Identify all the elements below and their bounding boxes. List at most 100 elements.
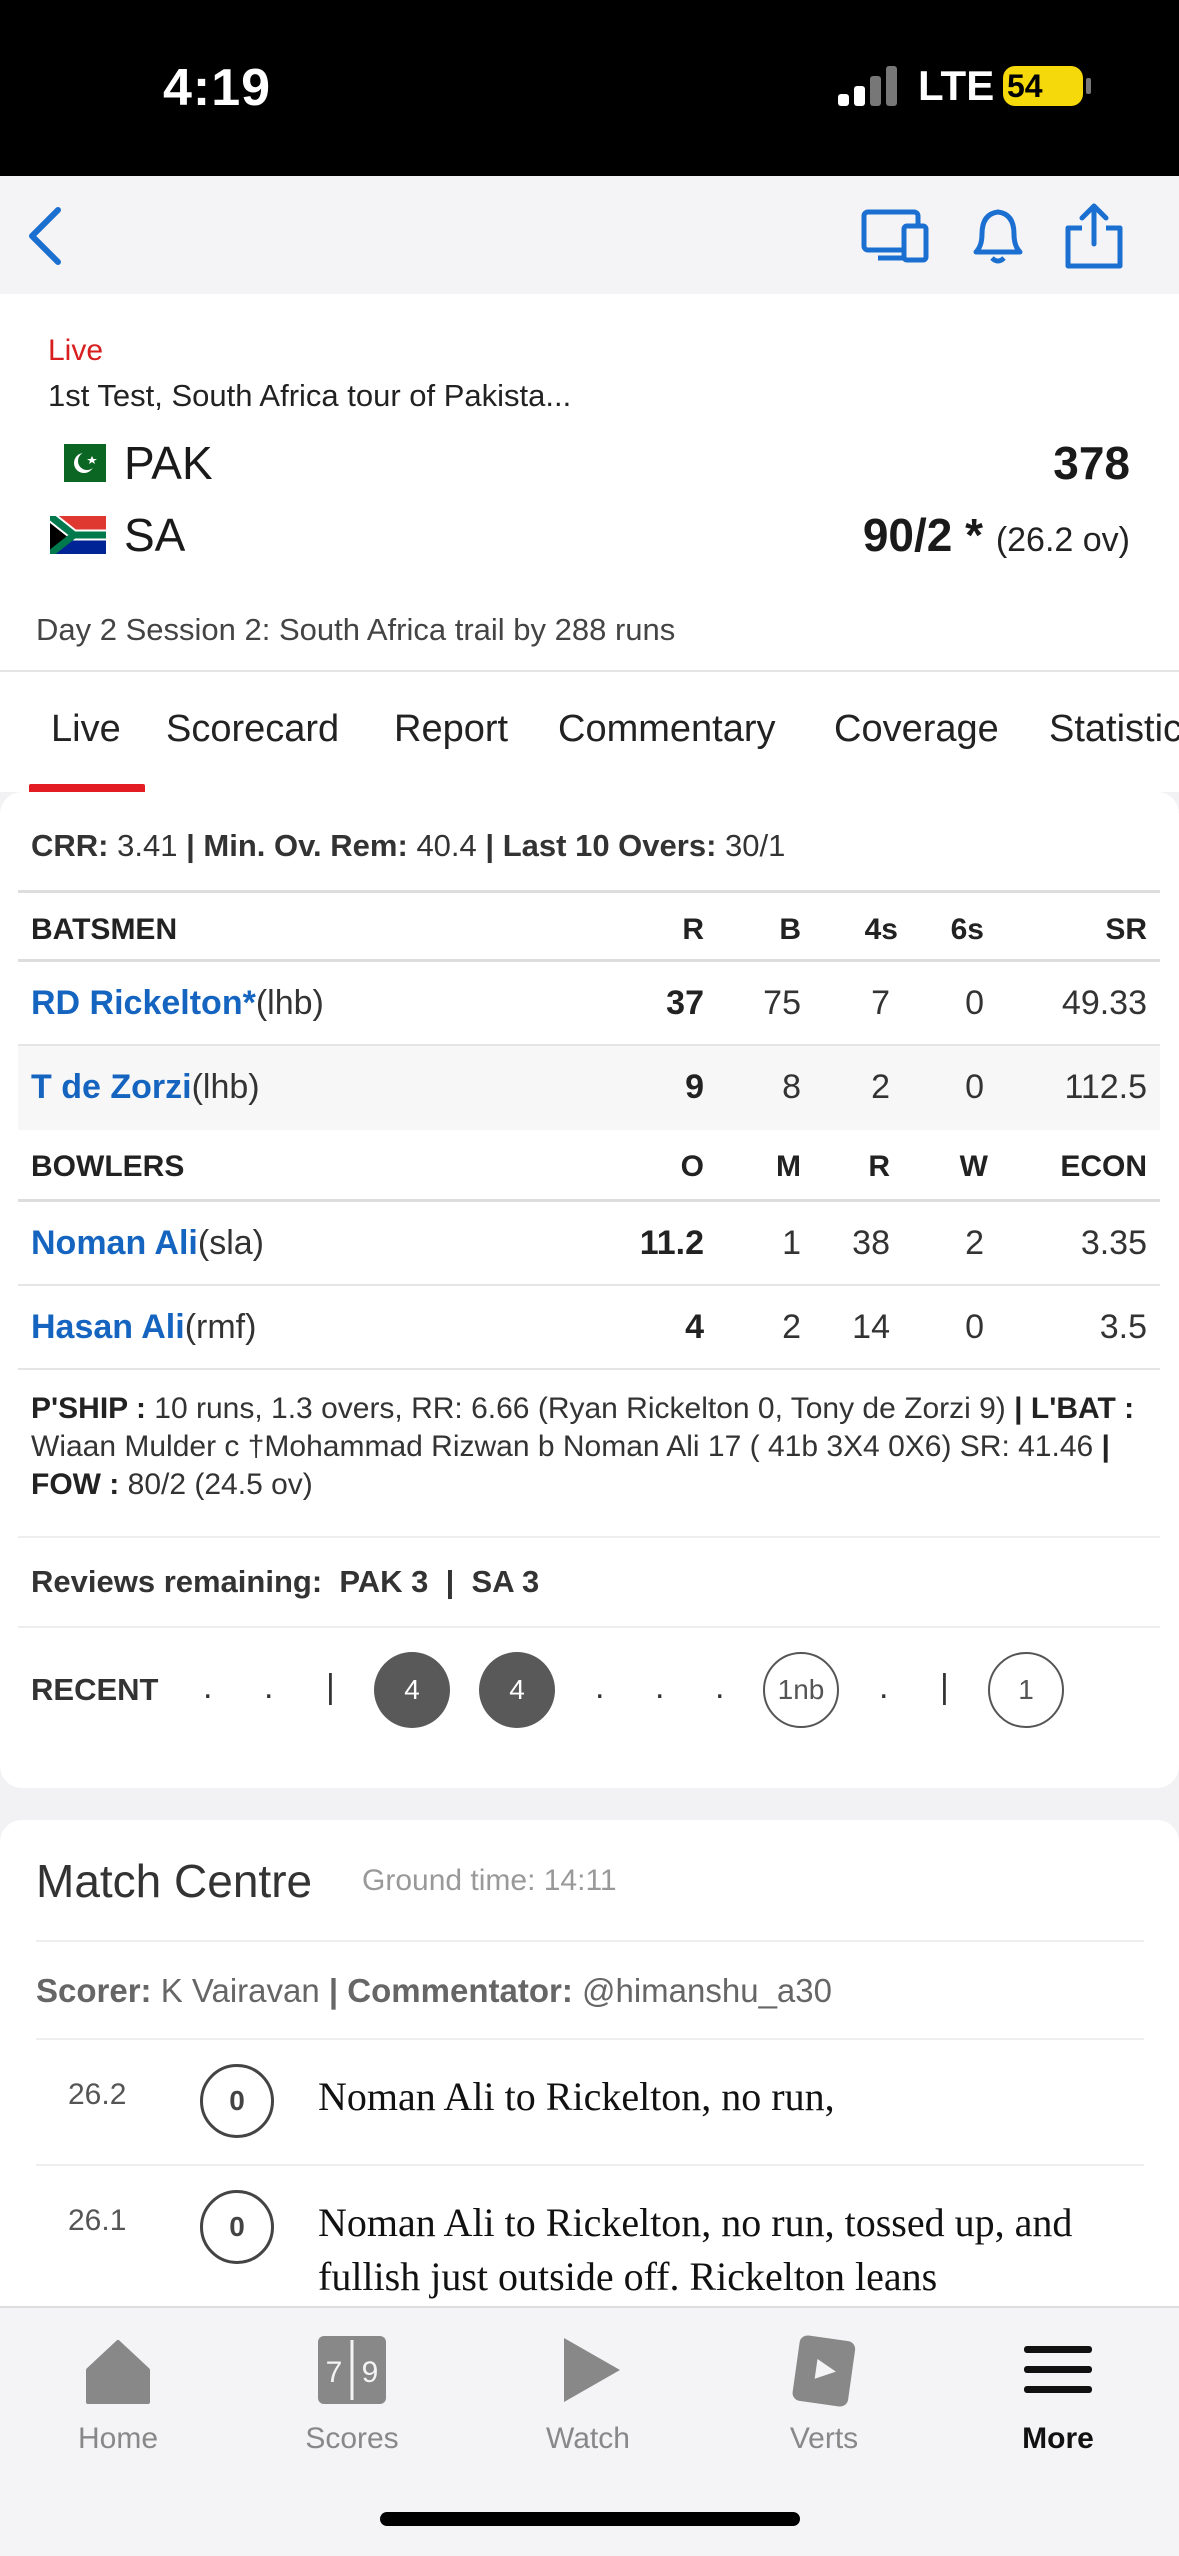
- status-bar: 4:19 LTE 54: [0, 0, 1179, 176]
- tab-coverage[interactable]: Coverage: [834, 708, 999, 751]
- col-econ: ECON: [1060, 1150, 1147, 1183]
- share-icon[interactable]: [1054, 196, 1134, 276]
- battery-tip: [1086, 78, 1091, 94]
- commentary-item: 26.1 0 Noman Ali to Rickelton, no run, t…: [36, 2190, 1144, 2310]
- commentary-item: 26.2 0 Noman Ali to Rickelton, no run,: [36, 2064, 1144, 2164]
- over-separator: |: [940, 1668, 949, 1706]
- player-style: (sla): [197, 1224, 264, 1262]
- recent-ball: .: [879, 1668, 889, 1706]
- tab-watch[interactable]: Watch: [508, 2326, 668, 2466]
- player-style: (lhb): [255, 984, 324, 1022]
- bowler-cell: Hasan Ali(rmf): [31, 1308, 256, 1347]
- col-maidens: M: [776, 1150, 801, 1183]
- nav-bar: [0, 176, 1179, 294]
- run-rate-summary: CRR: 3.41 | Min. Ov. Rem: 40.4 | Last 10…: [31, 828, 786, 863]
- tab-more[interactable]: More: [978, 2326, 1138, 2466]
- crr-label: CRR:: [31, 828, 109, 863]
- tab-verts[interactable]: Verts: [744, 2326, 904, 2466]
- session-info: Day 2 Session 2: South Africa trail by 2…: [36, 612, 676, 647]
- lbat-label: L'BAT :: [1030, 1392, 1135, 1425]
- last10-label: Last 10 Overs:: [502, 828, 717, 863]
- team-score: 90/2 * (26.2 ov): [863, 508, 1130, 562]
- tab-statistics[interactable]: Statistics: [1049, 708, 1179, 751]
- recent-ball-four: 4: [479, 1652, 555, 1728]
- player-link[interactable]: Hasan Ali: [31, 1308, 185, 1346]
- status-time: 4:19: [163, 59, 272, 117]
- scores-icon: 7 9: [318, 2336, 386, 2404]
- partnership-info: P'SHIP : 10 runs, 1.3 overs, RR: 6.66 (R…: [31, 1392, 1135, 1501]
- table-row: RD Rickelton*(lhb) 37 75 7 0 49.33: [18, 962, 1160, 1046]
- player-link[interactable]: RD Rickelton*: [31, 984, 256, 1022]
- crr-value: 3.41: [117, 828, 178, 863]
- network-type: LTE: [918, 62, 995, 109]
- active-tab-indicator: [29, 784, 145, 792]
- match-centre-title: Match Centre: [36, 1855, 313, 1907]
- recent-ball-single: 1: [988, 1652, 1064, 1728]
- maidens: 2: [782, 1308, 801, 1346]
- match-title[interactable]: 1st Test, South Africa tour of Pakista..…: [48, 378, 571, 414]
- tab-report[interactable]: Report: [394, 708, 508, 751]
- verts-icon: [792, 2335, 856, 2407]
- strike-rate: 112.5: [1064, 1068, 1147, 1106]
- ground-time: Ground time: 14:11: [362, 1864, 617, 1897]
- maidens: 1: [782, 1224, 801, 1262]
- battery-level: 54: [1007, 68, 1043, 104]
- strike-rate: 49.33: [1061, 984, 1147, 1022]
- fours: 7: [871, 984, 890, 1022]
- commentary-text: Noman Ali to Rickelton, no run, tossed u…: [318, 2200, 1073, 2299]
- home-indicator: [380, 2512, 800, 2526]
- col-wickets: W: [959, 1150, 988, 1183]
- pship-label: P'SHIP :: [31, 1392, 146, 1425]
- col-fours: 4s: [864, 913, 898, 946]
- reviews-sa: SA 3: [471, 1564, 540, 1599]
- runs: 37: [666, 984, 704, 1022]
- divider: [36, 2164, 1144, 2166]
- balls: 75: [763, 984, 801, 1022]
- pship-value: 10 runs, 1.3 overs, RR: 6.66 (Ryan Ricke…: [154, 1392, 1006, 1425]
- col-runs-conceded: R: [868, 1150, 890, 1183]
- player-link[interactable]: T de Zorzi: [31, 1068, 192, 1106]
- tab-commentary[interactable]: Commentary: [558, 708, 776, 751]
- divider: [18, 1536, 1160, 1538]
- tab-label: More: [1022, 2422, 1094, 2455]
- team-overs: (26.2 ov): [995, 521, 1130, 559]
- back-icon[interactable]: [8, 196, 88, 276]
- divider: [36, 2038, 1144, 2040]
- economy: 3.35: [1080, 1224, 1147, 1262]
- player-style: (lhb): [191, 1068, 260, 1106]
- scorer-info: Scorer: K Vairavan | Commentator: @himan…: [36, 1972, 832, 2009]
- cast-icon[interactable]: [856, 196, 936, 276]
- team-row-pak: PAK 378: [50, 432, 1130, 492]
- team-score-value: 378: [1053, 437, 1130, 489]
- col-balls: B: [779, 913, 801, 946]
- last10-value: 30/1: [725, 828, 786, 863]
- player-style: (rmf): [184, 1308, 257, 1346]
- svg-text:9: 9: [362, 2356, 379, 2389]
- sixes: 0: [965, 984, 984, 1022]
- min-ov-label: Min. Ov. Rem:: [203, 828, 408, 863]
- table-row: Hasan Ali(rmf) 4 2 14 0 3.5: [18, 1286, 1160, 1370]
- lbat-value: Wiaan Mulder c †Mohammad Rizwan b Noman …: [31, 1430, 1094, 1463]
- tab-label: Verts: [789, 2422, 859, 2455]
- fours: 2: [871, 1068, 890, 1106]
- recent-ball-no-ball: 1nb: [763, 1652, 839, 1728]
- bell-icon[interactable]: [958, 196, 1038, 276]
- runs: 9: [685, 1068, 704, 1106]
- reviews-pak: PAK 3: [339, 1564, 429, 1599]
- tab-scorecard[interactable]: Scorecard: [166, 708, 339, 751]
- balls: 8: [782, 1068, 801, 1106]
- recent-ball: .: [203, 1668, 213, 1706]
- south-africa-flag-icon: [50, 516, 106, 554]
- bowler-cell: Noman Ali(sla): [31, 1224, 264, 1263]
- tab-live[interactable]: Live: [51, 708, 121, 751]
- player-link[interactable]: Noman Ali: [31, 1224, 198, 1262]
- recent-label: RECENT: [31, 1672, 159, 1707]
- overs: 4: [685, 1308, 704, 1346]
- tab-home[interactable]: Home: [38, 2326, 198, 2466]
- team-score: 378: [1053, 436, 1130, 490]
- col-sixes: 6s: [950, 913, 984, 946]
- tab-scores[interactable]: 7 9 Scores: [272, 2326, 432, 2466]
- runs-conceded: 38: [852, 1224, 890, 1262]
- recent-ball: .: [655, 1668, 665, 1706]
- commentary-over: 26.2: [68, 2078, 127, 2111]
